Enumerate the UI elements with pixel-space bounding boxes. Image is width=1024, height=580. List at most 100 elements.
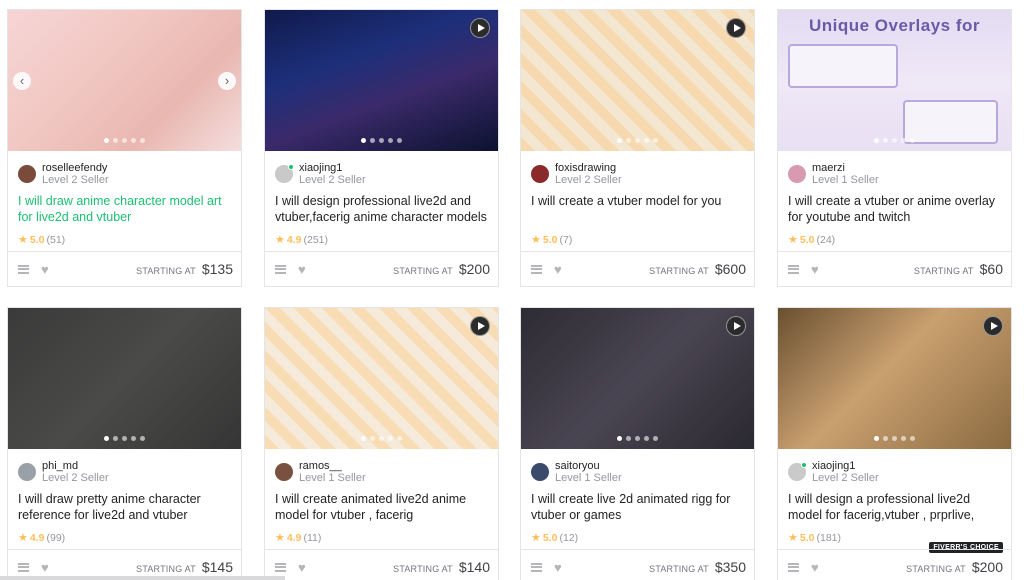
avatar[interactable] [788,164,806,183]
gig-image[interactable] [521,10,754,151]
price[interactable]: STARTING AT $135 [136,261,233,277]
carousel-dot[interactable] [901,436,906,441]
carousel-dot[interactable] [617,138,622,143]
carousel-dot[interactable] [874,436,879,441]
gig-card[interactable]: ‹ › roselleefendy Level 2 Seller I will d… [7,9,242,287]
price[interactable]: STARTING AT $350 [649,559,746,575]
gig-image[interactable] [8,10,241,151]
carousel-dots[interactable] [521,138,754,143]
price-value[interactable]: $350 [715,559,746,575]
carousel-dots[interactable] [778,436,1011,441]
price-value[interactable]: $145 [202,559,233,575]
seller-info[interactable]: maerzi Level 1 Seller [778,151,1011,189]
price-value[interactable]: $60 [980,261,1003,277]
carousel-dot[interactable] [140,436,145,441]
seller-name[interactable]: xiaojing1 [299,162,366,174]
seller-info[interactable]: roselleefendy Level 2 Seller [8,151,241,189]
carousel-dot[interactable] [113,436,118,441]
carousel-dot[interactable] [901,138,906,143]
seller-info[interactable]: phi_md Level 2 Seller [8,449,241,487]
gig-image[interactable] [265,308,498,449]
collections-menu-icon[interactable] [18,264,29,274]
carousel-dot[interactable] [883,436,888,441]
carousel-dot[interactable] [892,138,897,143]
price[interactable]: STARTING AT $145 [136,559,233,575]
heart-icon[interactable]: ♥ [41,263,49,276]
price[interactable]: STARTING AT $60 [914,261,1003,277]
play-video-icon[interactable] [470,18,490,38]
gig-card[interactable]: xiaojing1 Level 2 Seller I will design a… [777,307,1012,580]
carousel-dot[interactable] [122,138,127,143]
carousel-dot[interactable] [379,436,384,441]
carousel-next-icon[interactable]: › [218,72,236,90]
price-value[interactable]: $600 [715,261,746,277]
collections-menu-icon[interactable] [275,264,286,274]
carousel-dot[interactable] [388,436,393,441]
gig-title[interactable]: I will create animated live2d anime mode… [265,487,498,525]
gig-title[interactable]: I will design professional live2d and vt… [265,189,498,227]
avatar[interactable] [18,164,36,183]
collections-menu-icon[interactable] [275,562,286,572]
collections-menu-icon[interactable] [18,562,29,572]
gig-card[interactable]: phi_md Level 2 Seller I will draw pretty… [7,307,242,580]
play-video-icon[interactable] [470,316,490,336]
avatar[interactable] [275,163,294,183]
carousel-dot[interactable] [361,436,366,441]
heart-icon[interactable]: ♥ [298,561,306,574]
avatar[interactable] [531,164,549,183]
carousel-dot[interactable] [910,436,915,441]
gig-card[interactable]: xiaojing1 Level 2 Seller I will design p… [264,9,499,287]
avatar[interactable] [788,461,807,481]
gig-card[interactable]: foxisdrawing Level 2 Seller I will creat… [520,9,755,287]
play-video-icon[interactable] [983,316,1003,336]
gig-title[interactable]: I will draw pretty anime character refer… [8,487,241,525]
collections-menu-icon[interactable] [531,562,542,572]
seller-name[interactable]: foxisdrawing [555,162,622,174]
heart-icon[interactable]: ♥ [554,263,562,276]
carousel-dot[interactable] [140,138,145,143]
price[interactable]: STARTING AT $200 [393,261,490,277]
heart-icon[interactable]: ♥ [41,561,49,574]
carousel-dot[interactable] [635,138,640,143]
avatar[interactable] [18,462,36,481]
carousel-dot[interactable] [370,138,375,143]
heart-icon[interactable]: ♥ [554,561,562,574]
carousel-dot[interactable] [626,436,631,441]
collections-menu-icon[interactable] [788,562,799,572]
seller-name[interactable]: saitoryou [555,460,622,472]
seller-name[interactable]: maerzi [812,162,879,174]
price-value[interactable]: $140 [459,559,490,575]
carousel-dot[interactable] [104,436,109,441]
gig-thumbnail[interactable] [778,308,1011,449]
carousel-dot[interactable] [397,436,402,441]
gig-title[interactable]: I will design a professional live2d mode… [778,487,1011,525]
gig-thumbnail[interactable] [265,10,498,151]
carousel-dots[interactable] [778,138,1011,143]
carousel-dot[interactable] [626,138,631,143]
collections-menu-icon[interactable] [531,264,542,274]
carousel-dots[interactable] [8,436,241,441]
horizontal-scrollbar[interactable] [0,576,285,580]
carousel-dot[interactable] [131,436,136,441]
carousel-dot[interactable] [892,436,897,441]
gig-thumbnail[interactable]: ‹ › [8,10,241,151]
avatar[interactable] [275,462,293,481]
carousel-dot[interactable] [644,138,649,143]
gig-title[interactable]: I will create a vtuber or anime overlay … [778,189,1011,227]
gig-card[interactable]: saitoryou Level 1 Seller I will create l… [520,307,755,580]
gig-title[interactable]: I will create live 2d animated rigg for … [521,487,754,525]
gig-image[interactable] [8,308,241,449]
gig-thumbnail[interactable] [521,10,754,151]
heart-icon[interactable]: ♥ [811,561,819,574]
carousel-dot[interactable] [113,138,118,143]
carousel-dot[interactable] [653,436,658,441]
carousel-dot[interactable] [653,138,658,143]
carousel-dot[interactable] [379,138,384,143]
price[interactable]: STARTING AT $140 [393,559,490,575]
carousel-dot[interactable] [104,138,109,143]
gig-thumbnail[interactable]: Unique Overlays for [778,10,1011,151]
carousel-dots[interactable] [265,436,498,441]
carousel-dot[interactable] [388,138,393,143]
seller-name[interactable]: phi_md [42,460,109,472]
price[interactable]: STARTING AT $200 [906,559,1003,575]
